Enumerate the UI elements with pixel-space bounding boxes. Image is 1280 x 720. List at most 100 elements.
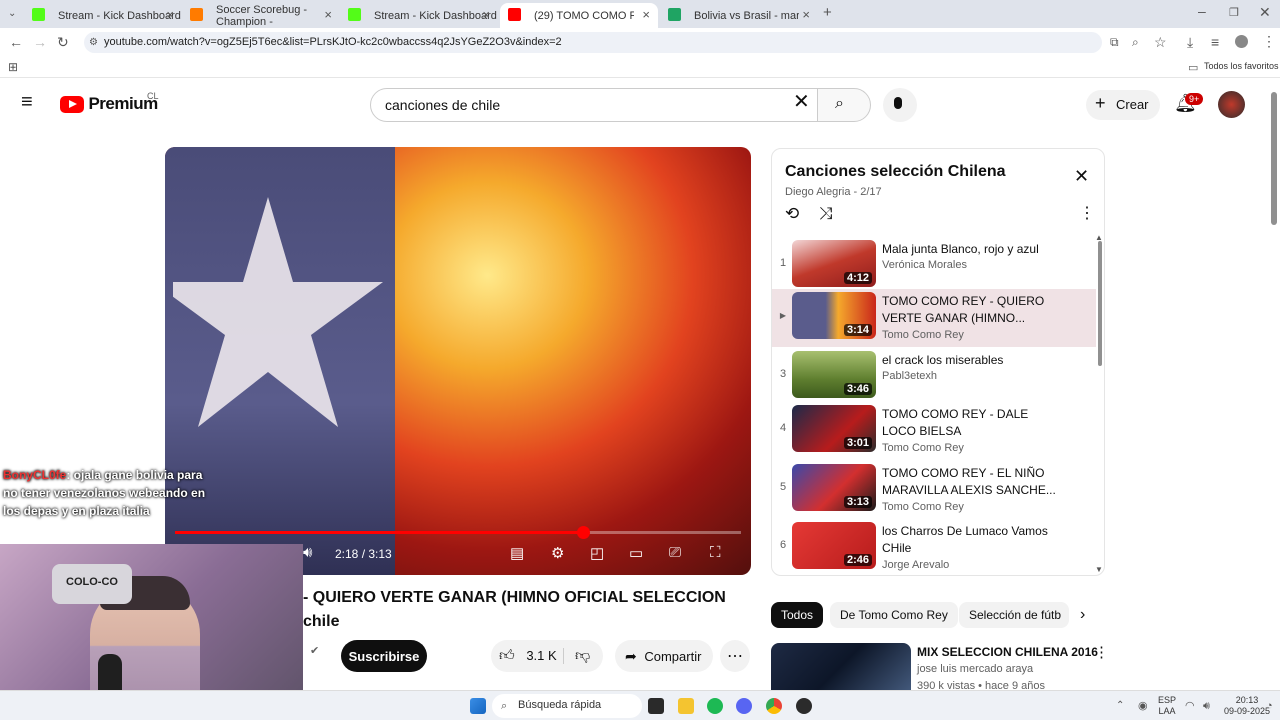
taskbar-search[interactable]: ⌕ Búsqueda rápida: [492, 694, 642, 718]
dislike-button[interactable]: 👎︎: [575, 647, 590, 665]
recommended-menu-icon[interactable]: ⋮: [1094, 645, 1109, 660]
tab-title: Soccer Scorebug - Champion -: [216, 3, 308, 28]
forward-icon[interactable]: →: [33, 35, 47, 49]
windows-taskbar: ⌕ Búsqueda rápida ⌃ ◉ ESP LAA ◠ 🔊︎ 20:13…: [0, 690, 1280, 720]
chip-all[interactable]: Todos: [771, 602, 824, 628]
back-icon[interactable]: ←: [9, 35, 23, 49]
voice-search-button[interactable]: [883, 88, 917, 122]
browser-tab-4-active[interactable]: (29) TOMO COMO REY - QUIER ×: [500, 3, 658, 28]
playlist-item[interactable]: 1 4:12 Mala junta Blanco, rojo y azul Ve…: [772, 237, 1096, 295]
playlist-item[interactable]: 4 3:01 TOMO COMO REY - DALE LOCO BIELSA …: [772, 402, 1096, 460]
progress-bar[interactable]: [175, 526, 741, 539]
scrubber-handle[interactable]: [576, 526, 590, 539]
chrome-icon[interactable]: [766, 698, 782, 714]
fullscreen-icon[interactable]: ⛶: [710, 544, 721, 561]
browser-tab-5[interactable]: Bolivia vs Brasil - marcador en v ×: [660, 3, 818, 28]
now-playing-icon: ▶: [779, 311, 787, 320]
restore-icon[interactable]: ❐: [1229, 6, 1239, 20]
item-title: Mala junta Blanco, rojo y azul: [882, 242, 1039, 256]
reload-icon[interactable]: ↻: [57, 35, 69, 49]
playlist-scrollbar[interactable]: [1098, 241, 1102, 366]
video-player[interactable]: 🔊︎ 2:18 / 3:13 ▤ ⚙ ◰ ▭ ⎚ ⛶: [165, 147, 751, 575]
recommended-title[interactable]: MIX SELECCION CHILENA 2016: [917, 645, 1098, 659]
item-channel: Verónica Morales: [882, 259, 967, 271]
youtube-logo[interactable]: Premium CL: [60, 91, 159, 114]
install-app-icon[interactable]: ⧉: [1110, 35, 1119, 49]
tab-list-icon[interactable]: ⌄: [8, 7, 16, 21]
subtitles-icon[interactable]: ▤: [510, 544, 524, 562]
volume-tray-icon[interactable]: 🔊︎: [1203, 699, 1210, 713]
more-horizontal-icon: ⋯: [727, 648, 743, 665]
apps-grid-icon[interactable]: ⊞: [8, 60, 18, 74]
shuffle-icon[interactable]: ⤨: [819, 205, 833, 222]
cast-icon[interactable]: ⎚: [669, 544, 681, 561]
media-controls-icon[interactable]: ≡: [1211, 35, 1219, 49]
item-title: los Charros De Lumaco Vamos CHile: [882, 524, 1048, 555]
windows-start-icon[interactable]: [470, 698, 486, 714]
location-icon[interactable]: ◉: [1138, 699, 1148, 713]
browser-tab-3[interactable]: Stream - Kick Dashboard ×: [340, 3, 498, 28]
scroll-up-icon[interactable]: ▲: [1095, 231, 1103, 245]
bookmark-star-icon[interactable]: ☆: [1154, 35, 1167, 49]
share-button[interactable]: ➦ Compartir: [615, 640, 713, 672]
playlist-item-current[interactable]: ▶ 3:14 TOMO COMO REY - QUIERO VERTE GANA…: [772, 289, 1096, 347]
like-button[interactable]: 👍︎ 3.1 K: [499, 647, 557, 665]
chip-seleccion[interactable]: Selección de fútb: [959, 602, 1069, 628]
notifications-icon[interactable]: ◔: [1266, 699, 1273, 713]
close-tab-icon[interactable]: ×: [166, 7, 174, 22]
task-view-icon[interactable]: [648, 698, 664, 714]
wifi-icon[interactable]: ◠: [1185, 699, 1195, 713]
subscribe-button[interactable]: Suscribirse: [341, 640, 427, 672]
close-tab-icon[interactable]: ×: [642, 7, 650, 22]
search-button[interactable]: ⌕: [817, 88, 871, 122]
zoom-icon[interactable]: ⌕: [1132, 35, 1139, 49]
url-field[interactable]: ⚙ youtube.com/watch?v=ogZ5Ej5T6ec&list=P…: [84, 32, 1102, 53]
playlist-menu-icon[interactable]: ⋮: [1079, 206, 1095, 222]
theater-mode-icon[interactable]: ▭: [629, 544, 643, 562]
close-tab-icon[interactable]: ×: [324, 7, 332, 22]
browser-menu-icon[interactable]: ⋮: [1262, 34, 1276, 48]
playlist-item[interactable]: 3 3:46 el crack los miserables Pabl3etex…: [772, 348, 1096, 406]
close-playlist-icon[interactable]: ✕: [1074, 167, 1089, 185]
chevron-right-icon[interactable]: ›: [1080, 607, 1085, 623]
spotify-icon[interactable]: [707, 698, 723, 714]
clock[interactable]: 20:13 09-09-2025: [1224, 695, 1270, 717]
tab-title: Stream - Kick Dashboard: [58, 9, 181, 22]
playlist-item[interactable]: 6 2:46 los Charros De Lumaco Vamos CHile…: [772, 519, 1096, 575]
clear-search-icon[interactable]: ✕: [793, 92, 810, 112]
file-explorer-icon[interactable]: [678, 698, 694, 714]
loop-icon[interactable]: ⟲: [785, 205, 799, 222]
close-window-icon[interactable]: ✕: [1259, 5, 1271, 19]
playlist-item[interactable]: 5 3:13 TOMO COMO REY - EL NIÑO MARAVILLA…: [772, 461, 1096, 519]
item-index: 3: [779, 368, 787, 380]
close-tab-icon[interactable]: ×: [802, 7, 810, 22]
language-indicator[interactable]: ESP LAA: [1158, 695, 1176, 717]
hamburger-menu-icon[interactable]: ≡: [21, 92, 33, 112]
profile-avatar-icon[interactable]: [1235, 35, 1248, 48]
volume-icon[interactable]: 🔊︎: [303, 544, 312, 561]
site-info-icon[interactable]: ⚙: [89, 36, 98, 50]
downloads-icon[interactable]: ⤓: [1187, 35, 1193, 49]
create-button[interactable]: + Crear: [1086, 90, 1160, 120]
minimize-icon[interactable]: –: [1198, 4, 1206, 18]
obs-icon[interactable]: [796, 698, 812, 714]
show-hidden-icons[interactable]: ⌃: [1116, 699, 1124, 713]
playlist-title: Canciones selección Chilena: [785, 163, 1006, 180]
recommended-thumbnail[interactable]: [771, 643, 911, 690]
chip-channel[interactable]: De Tomo Como Rey: [830, 602, 958, 628]
search-input[interactable]: canciones de chile ✕: [370, 88, 818, 122]
scroll-down-icon[interactable]: ▼: [1095, 563, 1103, 575]
browser-tab-1[interactable]: Stream - Kick Dashboard ×: [24, 3, 182, 28]
clock-time: 20:13: [1235, 695, 1259, 705]
page-scrollbar[interactable]: [1271, 92, 1277, 225]
close-tab-icon[interactable]: ×: [482, 7, 490, 22]
search-icon: ⌕: [835, 95, 844, 112]
new-tab-icon[interactable]: +: [823, 5, 832, 20]
discord-icon[interactable]: [736, 698, 752, 714]
more-actions-button[interactable]: ⋯: [720, 640, 750, 672]
settings-gear-icon[interactable]: ⚙: [551, 544, 564, 562]
browser-tab-2[interactable]: Soccer Scorebug - Champion - ×: [182, 3, 340, 28]
all-bookmarks-link[interactable]: Todos los favoritos: [1204, 61, 1279, 71]
miniplayer-icon[interactable]: ◰: [590, 544, 604, 562]
account-avatar[interactable]: [1218, 91, 1245, 118]
